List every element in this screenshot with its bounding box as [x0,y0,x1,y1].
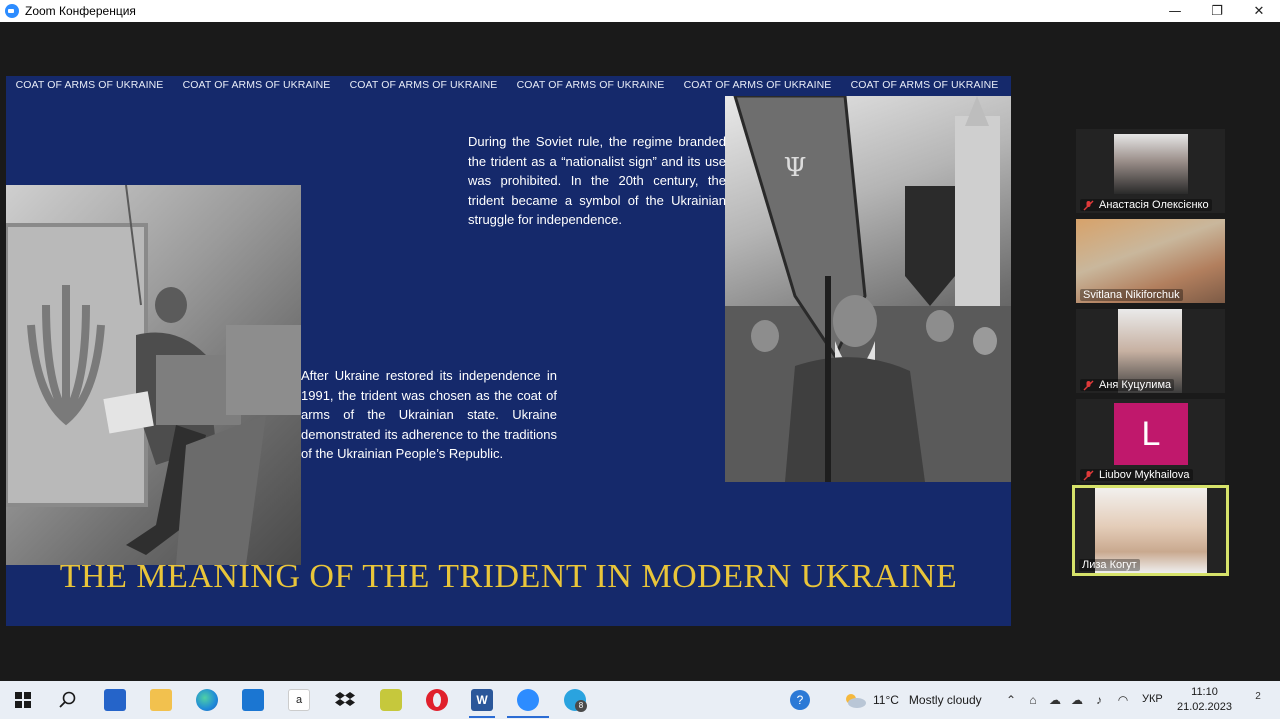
slide-header-label: COAT OF ARMS OF UKRAINE [516,79,665,91]
clock-time: 11:10 [1191,686,1218,698]
mic-muted-icon [1083,470,1094,481]
chevron-up-icon[interactable]: ⌃ [1004,693,1018,707]
input-language[interactable]: УКР [1142,693,1163,705]
participant-name-label: Аня Куцулима [1080,379,1175,391]
participant-name: Анастасія Олексієнко [1099,199,1209,211]
dropbox-icon[interactable] [334,689,356,711]
maximize-button[interactable]: ❐ [1196,0,1238,22]
zoom-active-indicator [507,716,549,718]
word-active-indicator [469,716,495,718]
weather-condition: Mostly cloudy [908,693,982,707]
slide-paragraph-independence: After Ukraine restored its independence … [301,368,557,461]
participant-name-label: Лиза Когут [1079,559,1140,571]
onedrive-icon[interactable]: ☁ [1048,693,1062,707]
participant-name-label: Анастасія Олексієнко [1080,199,1212,211]
participant-name: Лиза Когут [1082,559,1137,571]
participant-video [1114,134,1188,194]
mail-icon[interactable] [242,689,264,711]
search-icon[interactable] [57,689,79,711]
sticky-notes-icon[interactable] [380,689,402,711]
windows-taskbar: a W 8 ? 11°C Mostly cloudy ⌃ ⌂ ☁ ☁ ♪ ◠ У… [0,681,1280,719]
microsoft-store-icon[interactable] [104,689,126,711]
slide-header-label: COAT OF ARMS OF UKRAINE [349,79,498,91]
slide-header-label: COAT OF ARMS OF UKRAINE [182,79,331,91]
edge-browser-icon[interactable] [196,689,218,711]
demonstration-photo: Ψ [725,96,1011,482]
trident-worker-illustration [6,185,301,565]
notification-count: 2 [1255,691,1261,702]
participant-avatar: L [1114,403,1188,465]
word-icon[interactable]: W [471,689,493,711]
meeting-area: COAT OF ARMS OF UKRAINE COAT OF ARMS OF … [0,22,1280,681]
windows-start-icon[interactable] [12,689,34,711]
participant-name: Svitlana Nikiforchuk [1083,289,1180,301]
clock-date: 21.02.2023 [1176,701,1233,713]
mic-muted-icon [1083,200,1094,211]
zoom-taskbar-icon[interactable] [517,689,539,711]
window-controls: — ❐ ✕ [1154,0,1280,22]
slide-header-label: COAT OF ARMS OF UKRAINE [15,79,164,91]
weather-temperature: 11°C [873,693,899,707]
opera-browser-icon[interactable] [426,689,448,711]
demonstration-illustration: Ψ [725,96,1011,482]
slide-header-label: COAT OF ARMS OF UKRAINE [850,79,999,91]
window-titlebar: Zoom Конференция — ❐ ✕ [0,0,1280,22]
participant-tile[interactable]: Аня Куцулима [1076,309,1225,393]
zoom-app-icon [5,4,19,18]
participant-tile-active-speaker[interactable]: Лиза Когут [1072,485,1229,576]
weather-widget[interactable]: 11°C Mostly cloudy [843,692,982,708]
close-button[interactable]: ✕ [1238,0,1280,22]
window-title: Zoom Конференция [25,4,136,18]
participant-name-label: Liubov Mykhailova [1080,469,1193,481]
participant-tile[interactable]: Анастасія Олексієнко [1076,129,1225,213]
slide-header-labels: COAT OF ARMS OF UKRAINE COAT OF ARMS OF … [6,76,1011,95]
slide-title: THE MEANING OF THE TRIDENT IN MODERN UKR… [59,558,958,595]
shared-slide: COAT OF ARMS OF UKRAINE COAT OF ARMS OF … [6,76,1011,626]
notifications-icon[interactable]: 2 [1248,690,1268,710]
slide-paragraph-soviet: During the Soviet rule, the regime brand… [468,134,726,227]
telegram-badge: 8 [575,700,587,712]
mic-muted-icon [1083,380,1094,391]
clock[interactable]: 11:10 21.02.2023 [1172,685,1237,715]
participant-tile[interactable]: Svitlana Nikiforchuk [1076,219,1225,303]
participant-tile[interactable]: L Liubov Mykhailova [1076,399,1225,483]
trident-worker-photo [6,185,301,565]
help-icon[interactable]: ? [790,690,810,710]
slide-header-label: COAT OF ARMS OF UKRAINE [683,79,832,91]
amazon-icon[interactable]: a [288,689,310,711]
participant-name: Аня Куцулима [1099,379,1172,391]
cloud-sun-icon [846,694,866,708]
file-explorer-icon[interactable] [150,689,172,711]
minimize-button[interactable]: — [1154,0,1196,22]
volume-icon[interactable]: ♪ [1092,693,1106,707]
svg-text:Ψ: Ψ [784,153,807,183]
telegram-icon[interactable]: 8 [564,689,587,712]
cloud-icon[interactable]: ☁ [1070,693,1084,707]
participant-name-label: Svitlana Nikiforchuk [1080,289,1183,301]
wifi-icon[interactable]: ◠ [1116,693,1130,707]
participant-name: Liubov Mykhailova [1099,469,1190,481]
meet-now-icon[interactable]: ⌂ [1026,693,1040,707]
